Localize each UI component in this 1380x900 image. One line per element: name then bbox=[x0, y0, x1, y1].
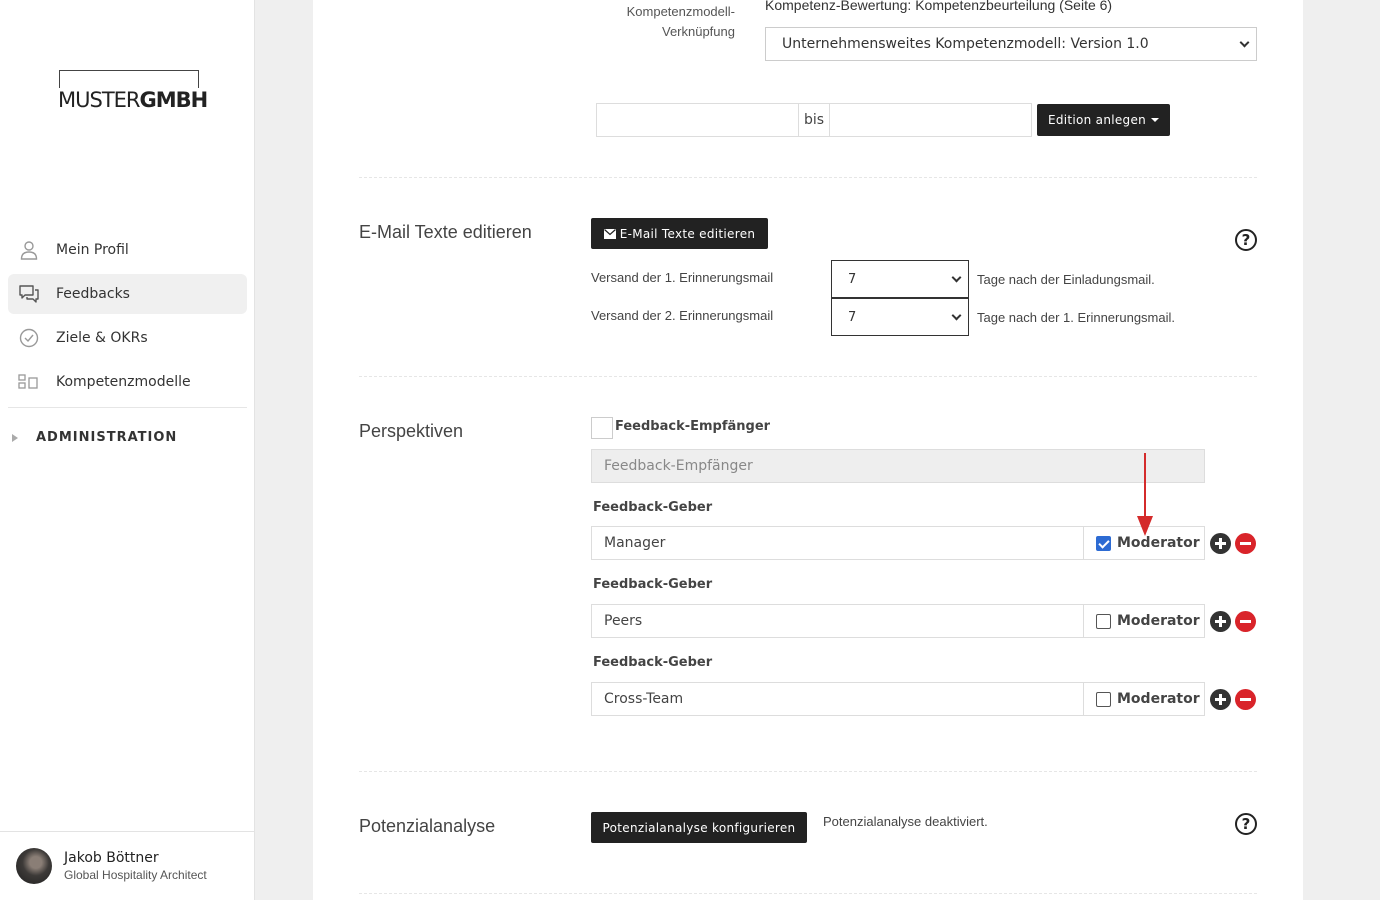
moderator-label: Moderator bbox=[1117, 613, 1200, 629]
sidebar-item-label: Feedbacks bbox=[56, 286, 130, 302]
potenzialanalyse-konfigurieren-button[interactable]: Potenzialanalyse konfigurieren bbox=[591, 812, 807, 843]
chevron-down-icon bbox=[951, 272, 962, 283]
section-divider bbox=[359, 177, 1257, 178]
main-panel: Kompetenzmodell- Verknüpfung Kompetenz-B… bbox=[313, 0, 1303, 900]
chat-icon bbox=[18, 283, 40, 305]
potential-help-icon[interactable]: ? bbox=[1235, 813, 1257, 835]
add-giver-plus-icon[interactable] bbox=[1210, 533, 1231, 554]
feedback-giver-label: Feedback-Geber bbox=[593, 655, 713, 670]
email-help-icon[interactable]: ? bbox=[1235, 229, 1257, 251]
moderator-checkbox[interactable] bbox=[1096, 691, 1111, 707]
moderator-toggle-cross-team[interactable]: Moderator bbox=[1084, 682, 1205, 716]
potential-section-title: Potenzialanalyse bbox=[359, 816, 496, 836]
logo-text-part2: GMBH bbox=[139, 88, 209, 112]
potential-status: Potenzialanalyse deaktiviert. bbox=[823, 814, 988, 829]
add-giver-plus-icon[interactable] bbox=[1210, 611, 1231, 632]
moderator-toggle-peers[interactable]: Moderator bbox=[1084, 604, 1205, 638]
sidebar-admin-toggle[interactable]: ADMINISTRATION bbox=[12, 430, 177, 445]
add-giver-plus-icon[interactable] bbox=[1210, 689, 1231, 710]
chevron-down-icon bbox=[1239, 37, 1250, 48]
feedback-giver-input-manager[interactable]: Manager bbox=[591, 526, 1084, 560]
sidebar-item-feedbacks[interactable]: Feedbacks bbox=[8, 274, 247, 314]
caret-down-icon bbox=[1151, 118, 1160, 122]
edition-anlegen-button[interactable]: Edition anlegen bbox=[1037, 104, 1170, 136]
sidebar-item-label: Ziele & OKRs bbox=[56, 330, 148, 346]
nav-divider bbox=[8, 407, 247, 408]
user-icon bbox=[18, 239, 40, 261]
logo-text-part1: MUSTER bbox=[58, 88, 141, 112]
email-section-title: E-Mail Texte editieren bbox=[359, 222, 532, 242]
remove-giver-minus-icon[interactable] bbox=[1235, 611, 1256, 632]
competence-heading: Kompetenz-Bewertung: Kompetenzbeurteilun… bbox=[765, 0, 1113, 13]
perspectives-section-title: Perspektiven bbox=[359, 421, 464, 441]
remove-giver-minus-icon[interactable] bbox=[1235, 533, 1256, 554]
envelope-icon bbox=[603, 228, 616, 239]
reminder2-suffix: Tage nach der 1. Erinnerungsmail. bbox=[977, 310, 1176, 325]
moderator-label: Moderator bbox=[1117, 691, 1200, 707]
moderator-label: Moderator bbox=[1117, 535, 1200, 551]
sidebar-nav: Mein Profil Feedbacks Ziele & OKRs Kompe… bbox=[8, 230, 247, 406]
feedback-giver-input-peers[interactable]: Peers bbox=[591, 604, 1084, 638]
check-circle-icon bbox=[18, 327, 40, 349]
competence-model-label: Kompetenzmodell- Verknüpfung bbox=[626, 4, 735, 39]
remove-giver-minus-icon[interactable] bbox=[1235, 689, 1256, 710]
section-divider bbox=[359, 771, 1257, 772]
user-role: Global Hospitality Architect bbox=[64, 868, 207, 882]
sidebar-item-mein-profil[interactable]: Mein Profil bbox=[8, 230, 247, 270]
moderator-checkbox[interactable] bbox=[1096, 535, 1111, 551]
user-profile[interactable]: Jakob Böttner Global Hospitality Archite… bbox=[16, 848, 207, 884]
sidebar-item-kompetenzmodelle[interactable]: Kompetenzmodelle bbox=[8, 362, 247, 402]
feedback-recipient-label: Feedback-Empfänger bbox=[615, 419, 771, 434]
user-divider bbox=[0, 831, 255, 832]
company-logo[interactable]: MUSTERGMBH bbox=[58, 70, 212, 112]
caret-right-icon bbox=[12, 433, 18, 442]
bis-label: bis bbox=[798, 103, 830, 137]
section-divider bbox=[359, 376, 1257, 377]
grid-icon bbox=[18, 371, 40, 393]
reminder2-label: Versand der 2. Erinnerungsmail bbox=[591, 308, 774, 323]
feedback-giver-label: Feedback-Geber bbox=[593, 577, 713, 592]
section-divider bbox=[359, 893, 1257, 894]
sidebar-item-label: Mein Profil bbox=[56, 242, 129, 258]
edition-from-input[interactable] bbox=[596, 103, 799, 137]
feedback-giver-input-cross-team[interactable]: Cross-Team bbox=[591, 682, 1084, 716]
reminder1-label: Versand der 1. Erinnerungsmail bbox=[591, 270, 774, 285]
sidebar-item-label: Kompetenzmodelle bbox=[56, 374, 191, 390]
feedback-recipient-input[interactable]: Feedback-Empfänger bbox=[591, 449, 1205, 483]
user-name: Jakob Böttner bbox=[64, 850, 159, 866]
annotation-arrow-icon bbox=[1137, 453, 1153, 536]
reminder1-suffix: Tage nach der Einladungsmail. bbox=[977, 272, 1155, 287]
reminder2-select[interactable]: 7 bbox=[831, 298, 969, 336]
email-texte-editieren-button[interactable]: E-Mail Texte editieren bbox=[591, 218, 768, 249]
avatar bbox=[16, 848, 52, 884]
moderator-checkbox[interactable] bbox=[1096, 613, 1111, 629]
edition-to-input[interactable] bbox=[829, 103, 1032, 137]
reminder1-select[interactable]: 7 bbox=[831, 260, 969, 298]
competence-model-select[interactable]: Unternehmensweites Kompetenzmodell: Vers… bbox=[765, 27, 1257, 61]
chevron-down-icon bbox=[951, 310, 962, 321]
feedback-giver-label: Feedback-Geber bbox=[593, 500, 713, 515]
feedback-recipient-checkbox[interactable] bbox=[591, 417, 613, 439]
sidebar-item-ziele-okrs[interactable]: Ziele & OKRs bbox=[8, 318, 247, 358]
sidebar: MUSTERGMBH Mein Profil Feedbacks Ziele &… bbox=[0, 0, 255, 900]
admin-label: ADMINISTRATION bbox=[36, 430, 178, 445]
